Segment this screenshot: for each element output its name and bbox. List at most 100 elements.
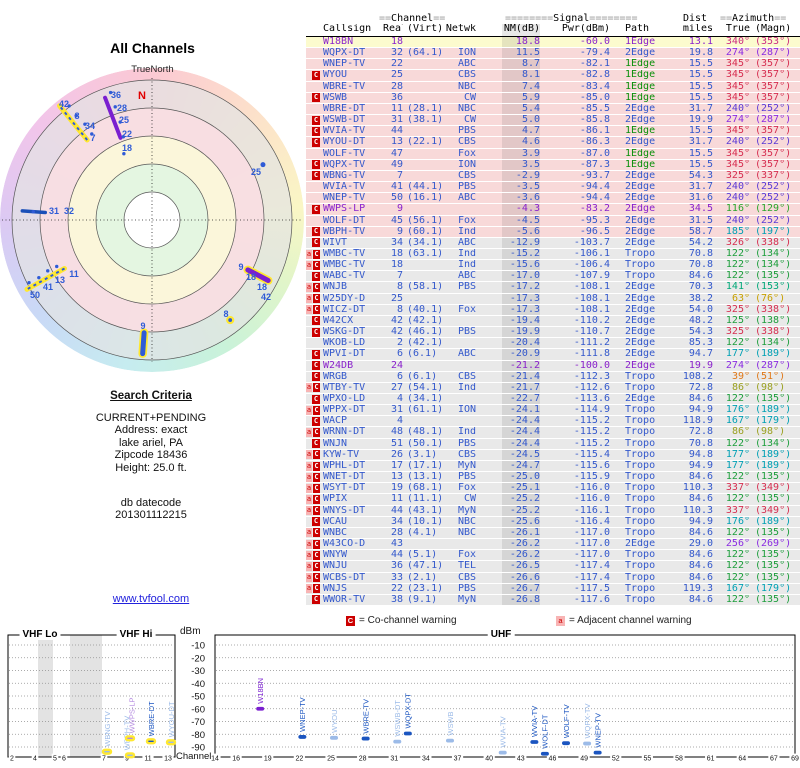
co-channel-warning-badge: C	[312, 316, 320, 326]
cell-azimuth-magn: (189°)	[755, 405, 792, 416]
cell-azimuth-magn: (189°)	[755, 516, 792, 527]
cell-network: PBS	[457, 282, 476, 293]
cell-path: Tropo	[625, 449, 656, 460]
cell-distance: 70.8	[688, 260, 713, 271]
cell-azimuth-magn: (252°)	[755, 182, 792, 193]
adjacent-channel-legend-text: = Adjacent channel warning	[569, 615, 692, 626]
cell-path: Tropo	[625, 505, 656, 516]
header-real: Real	[383, 24, 403, 34]
cell-azimuth-magn: (129°)	[755, 204, 792, 215]
cell-network: Ind	[457, 427, 476, 438]
cell-distance: 34.5	[688, 204, 713, 215]
cell-noise-margin: 5.0	[476, 115, 540, 126]
cell-real-channel: 42	[390, 315, 403, 326]
cell-callsign: W42CX	[323, 315, 354, 326]
cell-power: -108.1	[573, 293, 610, 304]
co-channel-warning-badge: C	[312, 361, 320, 371]
station-label: WVIA-TV	[499, 716, 508, 747]
warning-badges	[306, 182, 320, 192]
cell-azimuth-magn: (197°)	[755, 226, 792, 237]
cell-virtual-channel	[403, 361, 441, 371]
cell-distance: 15.5	[688, 126, 713, 137]
vhf-hi-title: VHF Hi	[116, 629, 156, 640]
cell-distance: 48.2	[688, 315, 713, 326]
cell-path: 2Edge	[625, 237, 656, 248]
cell-network	[441, 361, 476, 371]
channel-label: 31	[49, 206, 59, 216]
cell-azimuth-true: 345°	[725, 92, 750, 103]
cell-distance: 31.7	[688, 137, 713, 148]
cell-callsign: WTBY-TV	[323, 382, 366, 393]
cell-noise-margin: -25.0	[476, 472, 540, 483]
cell-power: -87.3	[579, 159, 610, 170]
cell-callsign: WMBC-TV	[323, 248, 366, 259]
cell-distance: 72.8	[688, 427, 713, 438]
cell-path: Tropo	[625, 405, 656, 416]
table-row: WVIA-TV 41 (44.1) PBS -3.5 -94.4 2Edge 31.7 240°…	[306, 182, 800, 194]
channel-tick-label: 25	[327, 755, 335, 762]
channel-label: 9	[238, 262, 243, 272]
cell-noise-margin: -26.8	[476, 594, 540, 605]
cell-power: -117.6	[573, 594, 610, 605]
channel-tick-label: 37	[454, 755, 462, 762]
cell-azimuth-true: 86°	[731, 427, 750, 438]
warning-badges: C	[306, 361, 320, 371]
table-row: C WSWB-DT 31 (38.1) CW 5.0 -85.8 2Edge 19.9 274° (…	[306, 115, 800, 127]
cell-noise-margin: -2.9	[476, 170, 540, 182]
cell-power: -93.7	[579, 170, 610, 181]
cell-azimuth-magn: (357°)	[755, 92, 792, 103]
cell-noise-margin: -26.5	[476, 561, 540, 572]
cell-distance: 31.6	[688, 193, 713, 204]
cell-distance: 84.6	[688, 527, 713, 538]
cell-virtual-channel: (17.1)	[407, 460, 441, 471]
cell-network: Ind	[457, 248, 476, 259]
station-label: WSWB-DT	[393, 700, 402, 737]
co-channel-warning-icon: C	[346, 615, 355, 626]
azimuth-group-header: ==Azimuth==	[720, 13, 787, 24]
adjacent-warning-badge: a	[306, 461, 313, 471]
cell-power: -116.0	[573, 494, 610, 505]
cell-path: 2Edge	[625, 293, 656, 304]
cell-virtual-channel: (60.1)	[407, 226, 441, 237]
cell-callsign: WBRE-TV	[323, 81, 366, 92]
channel-tick-label: 34	[422, 755, 430, 762]
cell-virtual-channel: (3.1)	[407, 449, 438, 460]
tvfool-link[interactable]: www.tvfool.com	[113, 593, 189, 605]
channel-label: 8	[223, 309, 228, 319]
co-channel-warning-badge: C	[312, 126, 320, 136]
cell-power: -115.9	[573, 472, 610, 483]
cell-distance: 15.5	[688, 159, 713, 170]
co-channel-warning-badge: C	[313, 472, 320, 482]
header-path: Path	[625, 24, 650, 34]
cell-path: Tropo	[625, 550, 656, 561]
cell-azimuth-true: 141°	[725, 282, 750, 293]
adjacent-channel-warning-icon: a	[556, 615, 565, 626]
cell-path: 2Edge	[625, 215, 656, 226]
signal-bar	[403, 731, 412, 736]
cell-noise-margin: -4.5	[476, 215, 540, 226]
cell-callsign: WBNG-TV	[323, 170, 366, 181]
warning-badges: C	[306, 227, 320, 237]
cell-power: -116.1	[573, 505, 610, 516]
dist-group-header: Dist	[683, 13, 708, 24]
co-channel-warning-badge: C	[312, 238, 320, 248]
signal-bar	[498, 750, 507, 755]
cell-azimuth-true: 63°	[731, 293, 750, 304]
header-true: True	[725, 24, 750, 34]
cell-network: PBS	[457, 472, 476, 483]
cell-real-channel: 18	[390, 260, 403, 271]
header-magn: (Magn)	[755, 24, 792, 34]
cell-power: -85.8	[579, 115, 610, 126]
cell-azimuth-true: 122°	[725, 271, 750, 282]
search-mode: CURRENT+PENDING	[95, 412, 207, 424]
cell-real-channel: 13	[390, 472, 403, 483]
warning-badges: aC	[306, 260, 320, 270]
table-row: WBRE-DT 11 (28.1) NBC 5.4 -85.5 2Edge 31.7 240° (…	[306, 103, 800, 116]
cell-azimuth-magn: (287°)	[755, 360, 792, 371]
cell-azimuth-magn: (349°)	[755, 483, 792, 494]
cell-azimuth-magn: (337°)	[755, 170, 792, 181]
cell-network: Ind	[457, 260, 476, 271]
adjacent-warning-badge: a	[306, 494, 313, 504]
cell-real-channel: 25	[390, 293, 403, 304]
adjacent-warning-badge: a	[306, 528, 313, 538]
